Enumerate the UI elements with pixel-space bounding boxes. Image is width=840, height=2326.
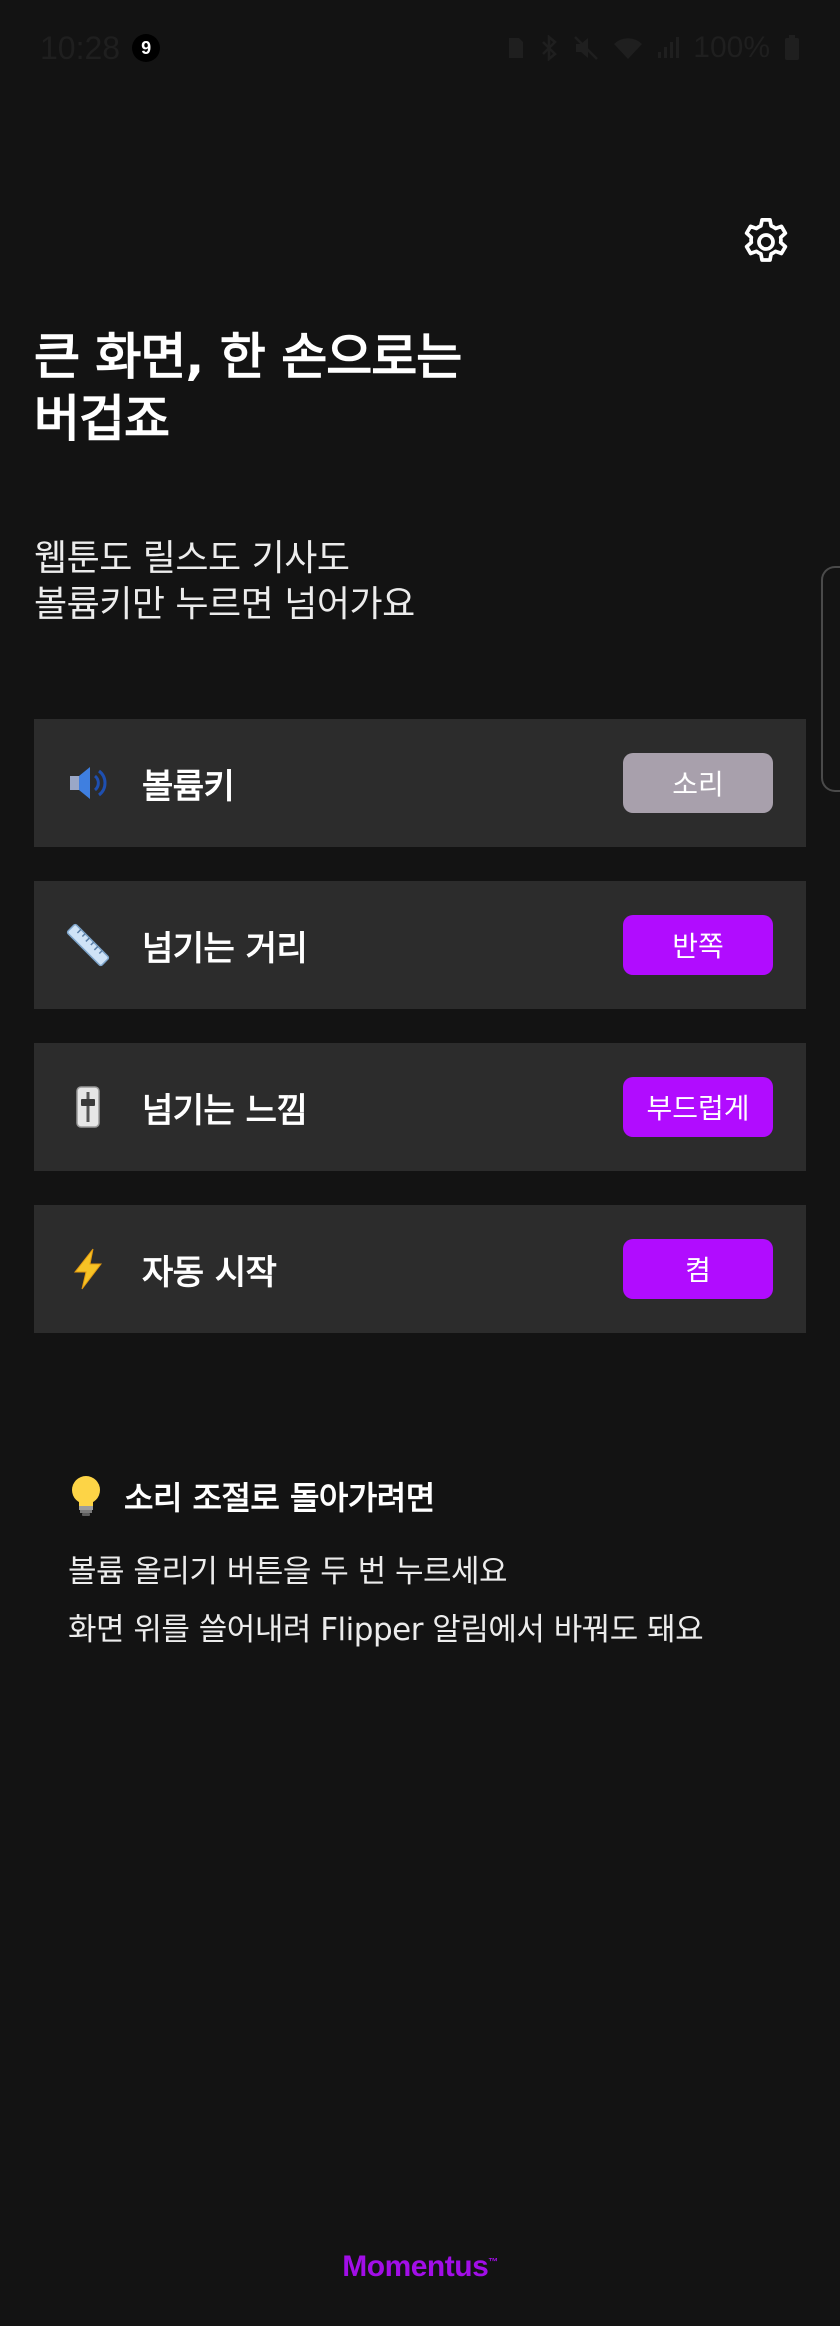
tip-title-text: 소리 조절로 돌아가려면 bbox=[124, 1479, 435, 1517]
wifi-icon bbox=[614, 38, 643, 59]
brand-logo: Momentus™ bbox=[0, 2250, 840, 2284]
page-title: 큰 화면, 한 손으로는 버겁죠 bbox=[34, 326, 634, 450]
tip-title: 소리 조절로 돌아가려면 bbox=[68, 1470, 435, 1522]
option-flip-feel: 넘기는 느낌 부드럽게 bbox=[34, 1043, 806, 1171]
bluetooth-icon bbox=[542, 35, 558, 61]
auto-start-button[interactable]: 켬 bbox=[623, 1239, 773, 1299]
page-subtitle: 웹툰도 릴스도 기사도 볼륨키만 누르면 넘어가요 bbox=[34, 536, 734, 628]
option-volume-key: 볼륨키 소리 bbox=[34, 719, 806, 847]
speaker-icon bbox=[66, 761, 110, 805]
tip-line-1: 볼륨 올리기 버튼을 두 번 누르세요 bbox=[68, 1554, 508, 1590]
slider-icon bbox=[66, 1085, 110, 1129]
sim-icon bbox=[509, 38, 524, 58]
mute-icon bbox=[574, 36, 599, 60]
app-screen: 10:28 9 100% 큰 화면, 한 손으로는 버겁죠 웹툰도 릴스도 기사… bbox=[0, 0, 840, 2326]
battery-icon bbox=[785, 35, 799, 60]
edge-panel-handle[interactable] bbox=[821, 566, 840, 792]
brand-name: Momentus bbox=[342, 2250, 489, 2283]
battery-percent: 100% bbox=[693, 31, 770, 64]
notification-badge: 9 bbox=[132, 34, 161, 62]
option-label: 넘기는 거리 bbox=[142, 928, 308, 969]
option-flip-distance: 넘기는 거리 반쪽 bbox=[34, 881, 806, 1009]
status-time: 10:28 bbox=[40, 29, 121, 66]
brand-trademark: ™ bbox=[488, 2257, 498, 2268]
lightning-icon bbox=[66, 1247, 110, 1291]
settings-button[interactable] bbox=[736, 212, 796, 272]
option-label: 자동 시작 bbox=[142, 1252, 277, 1293]
gear-icon bbox=[744, 217, 788, 262]
ruler-icon bbox=[66, 923, 110, 967]
flip-feel-button[interactable]: 부드럽게 bbox=[623, 1077, 773, 1137]
page-title-line-1: 큰 화면, 한 손으로는 bbox=[34, 328, 462, 386]
lightbulb-icon bbox=[72, 1476, 100, 1516]
option-label: 넘기는 느낌 bbox=[142, 1090, 308, 1131]
flip-distance-button[interactable]: 반쪽 bbox=[623, 915, 773, 975]
option-auto-start: 자동 시작 켬 bbox=[34, 1205, 806, 1333]
volume-key-mode-button[interactable]: 소리 bbox=[623, 753, 773, 813]
signal-icon bbox=[658, 37, 680, 58]
status-icons: 100% bbox=[507, 31, 800, 65]
status-bar: 10:28 9 100% bbox=[0, 0, 840, 96]
page-subtitle-line-2: 볼륨키만 누르면 넘어가요 bbox=[34, 584, 415, 625]
option-label: 볼륨키 bbox=[142, 766, 235, 807]
tip-line-2: 화면 위를 쓸어내려 Flipper 알림에서 바꿔도 돼요 bbox=[68, 1612, 704, 1648]
page-subtitle-line-1: 웹툰도 릴스도 기사도 bbox=[34, 538, 350, 579]
page-title-line-2: 버겁죠 bbox=[34, 390, 170, 448]
